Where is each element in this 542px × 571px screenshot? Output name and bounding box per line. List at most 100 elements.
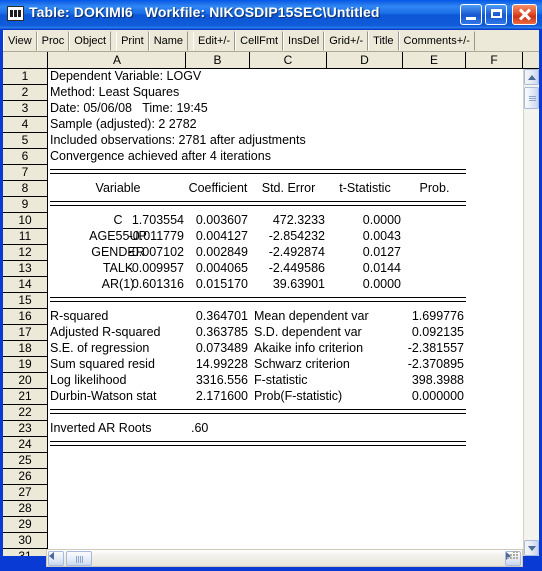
- row-header-11[interactable]: 11: [3, 229, 47, 245]
- scroll-up-button[interactable]: [524, 69, 539, 85]
- report-header-line-6[interactable]: Convergence achieved after 4 iterations: [50, 149, 410, 165]
- stat-value-left[interactable]: 2.171600: [190, 389, 248, 405]
- row-header-1[interactable]: 1: [3, 69, 47, 85]
- coef-prob[interactable]: 0.0144: [347, 261, 401, 277]
- column-header-f[interactable]: F: [466, 52, 523, 68]
- scroll-left-button[interactable]: [48, 551, 64, 566]
- coef-coefficient[interactable]: -0.009957: [126, 261, 184, 277]
- row-header-30[interactable]: 30: [3, 533, 47, 549]
- report-header-line-5[interactable]: Included observations: 2781 after adjust…: [50, 133, 410, 149]
- toolbar-button-grid[interactable]: Grid+/-: [324, 31, 369, 51]
- stat-value-left[interactable]: 14.99228: [190, 357, 248, 373]
- stat-label-right[interactable]: Mean dependent var: [254, 309, 399, 325]
- stat-label-left[interactable]: Sum squared resid: [50, 357, 170, 373]
- row-header-20[interactable]: 20: [3, 373, 47, 389]
- coef-std-error[interactable]: 0.004065: [192, 261, 248, 277]
- coef-std-error[interactable]: 0.003607: [192, 213, 248, 229]
- report-header-line-4[interactable]: Sample (adjusted): 2 2782: [50, 117, 410, 133]
- toolbar-button-comments[interactable]: Comments+/-: [398, 31, 475, 51]
- maximize-button[interactable]: [485, 4, 507, 25]
- coef-t-statistic[interactable]: -2.854232: [267, 229, 325, 245]
- toolbar-button-name[interactable]: Name: [148, 31, 189, 51]
- toolbar-button-edit[interactable]: Edit+/-: [193, 31, 236, 51]
- column-header-c[interactable]: C: [250, 52, 327, 68]
- row-header-6[interactable]: 6: [3, 149, 47, 165]
- stat-value-left[interactable]: 0.363785: [190, 325, 248, 341]
- row-header-17[interactable]: 17: [3, 325, 47, 341]
- row-header-31[interactable]: 31: [3, 549, 47, 556]
- stat-label-right[interactable]: Akaike info criterion: [254, 341, 399, 357]
- coef-t-statistic[interactable]: -2.449586: [267, 261, 325, 277]
- column-header-d[interactable]: D: [327, 52, 403, 68]
- close-button[interactable]: [512, 4, 537, 25]
- row-header-25[interactable]: 25: [3, 453, 47, 469]
- coef-header-prob[interactable]: Prob.: [403, 181, 466, 197]
- row-header-4[interactable]: 4: [3, 117, 47, 133]
- stat-label-left[interactable]: Durbin-Watson stat: [50, 389, 170, 405]
- coef-coefficient[interactable]: -0.007102: [126, 245, 184, 261]
- vertical-scrollbar[interactable]: [523, 69, 539, 556]
- row-header-29[interactable]: 29: [3, 517, 47, 533]
- row-header-9[interactable]: 9: [3, 197, 47, 213]
- column-header-b[interactable]: B: [186, 52, 250, 68]
- coef-header-variable[interactable]: Variable: [50, 181, 186, 197]
- row-header-7[interactable]: 7: [3, 165, 47, 181]
- coef-prob[interactable]: 0.0000: [347, 213, 401, 229]
- row-header-26[interactable]: 26: [3, 469, 47, 485]
- stat-value-right[interactable]: 398.3988: [404, 373, 464, 389]
- stat-value-right[interactable]: 0.000000: [404, 389, 464, 405]
- coef-prob[interactable]: 0.0127: [347, 245, 401, 261]
- row-header-19[interactable]: 19: [3, 357, 47, 373]
- row-header-22[interactable]: 22: [3, 405, 47, 421]
- stat-value-left[interactable]: 3316.556: [190, 373, 248, 389]
- report-header-line-1[interactable]: Dependent Variable: LOGV: [50, 69, 410, 85]
- row-header-13[interactable]: 13: [3, 261, 47, 277]
- horizontal-scrollbar[interactable]: [46, 549, 523, 567]
- coef-t-statistic[interactable]: 472.3233: [267, 213, 325, 229]
- stat-label-left[interactable]: Adjusted R-squared: [50, 325, 170, 341]
- row-header-21[interactable]: 21: [3, 389, 47, 405]
- coef-prob[interactable]: 0.0043: [347, 229, 401, 245]
- coef-coefficient[interactable]: 0.601316: [126, 277, 184, 293]
- stat-value-right[interactable]: -2.381557: [404, 341, 464, 357]
- row-header-12[interactable]: 12: [3, 245, 47, 261]
- toolbar-button-title[interactable]: Title: [368, 31, 399, 51]
- coef-std-error[interactable]: 0.002849: [192, 245, 248, 261]
- scroll-down-button[interactable]: [524, 540, 539, 556]
- row-header-2[interactable]: 2: [3, 85, 47, 101]
- inverted-ar-roots-value[interactable]: .60: [191, 421, 231, 437]
- coef-std-error[interactable]: 0.004127: [192, 229, 248, 245]
- coef-t-statistic[interactable]: 39.63901: [267, 277, 325, 293]
- coef-header-coefficient[interactable]: Coefficient: [186, 181, 250, 197]
- stat-label-right[interactable]: F-statistic: [254, 373, 399, 389]
- coef-prob[interactable]: 0.0000: [347, 277, 401, 293]
- row-header-16[interactable]: 16: [3, 309, 47, 325]
- toolbar-button-view[interactable]: View: [3, 31, 37, 51]
- report-header-line-3[interactable]: Date: 05/06/08 Time: 19:45: [50, 101, 410, 117]
- stat-value-right[interactable]: -2.370895: [404, 357, 464, 373]
- row-header-3[interactable]: 3: [3, 101, 47, 117]
- toolbar-button-object[interactable]: Object: [69, 31, 112, 51]
- stat-label-right[interactable]: Prob(F-statistic): [254, 389, 399, 405]
- toolbar-button-cellfmt[interactable]: CellFmt: [235, 31, 284, 51]
- row-header-27[interactable]: 27: [3, 485, 47, 501]
- resize-grip-icon[interactable]: [507, 551, 518, 562]
- row-header-14[interactable]: 14: [3, 277, 47, 293]
- stat-label-left[interactable]: Log likelihood: [50, 373, 170, 389]
- title-bar[interactable]: Table: DOKIMI6 Workfile: NIKOSDIP15SEC\U…: [0, 0, 542, 29]
- stat-label-right[interactable]: S.D. dependent var: [254, 325, 399, 341]
- vertical-scrollbar-thumb[interactable]: [524, 87, 539, 109]
- stat-value-right[interactable]: 1.699776: [404, 309, 464, 325]
- minimize-button[interactable]: [460, 4, 482, 25]
- stat-value-left[interactable]: 0.364701: [190, 309, 248, 325]
- toolbar-button-print[interactable]: Print: [116, 31, 149, 51]
- stat-label-left[interactable]: S.E. of regression: [50, 341, 170, 357]
- coef-coefficient[interactable]: 1.703554: [126, 213, 184, 229]
- stat-value-left[interactable]: 0.073489: [190, 341, 248, 357]
- horizontal-scrollbar-thumb[interactable]: [66, 551, 92, 566]
- stat-value-right[interactable]: 0.092135: [404, 325, 464, 341]
- toolbar-button-proc[interactable]: Proc: [36, 31, 70, 51]
- toolbar-button-insdel[interactable]: InsDel: [283, 31, 325, 51]
- row-header-28[interactable]: 28: [3, 501, 47, 517]
- row-header-18[interactable]: 18: [3, 341, 47, 357]
